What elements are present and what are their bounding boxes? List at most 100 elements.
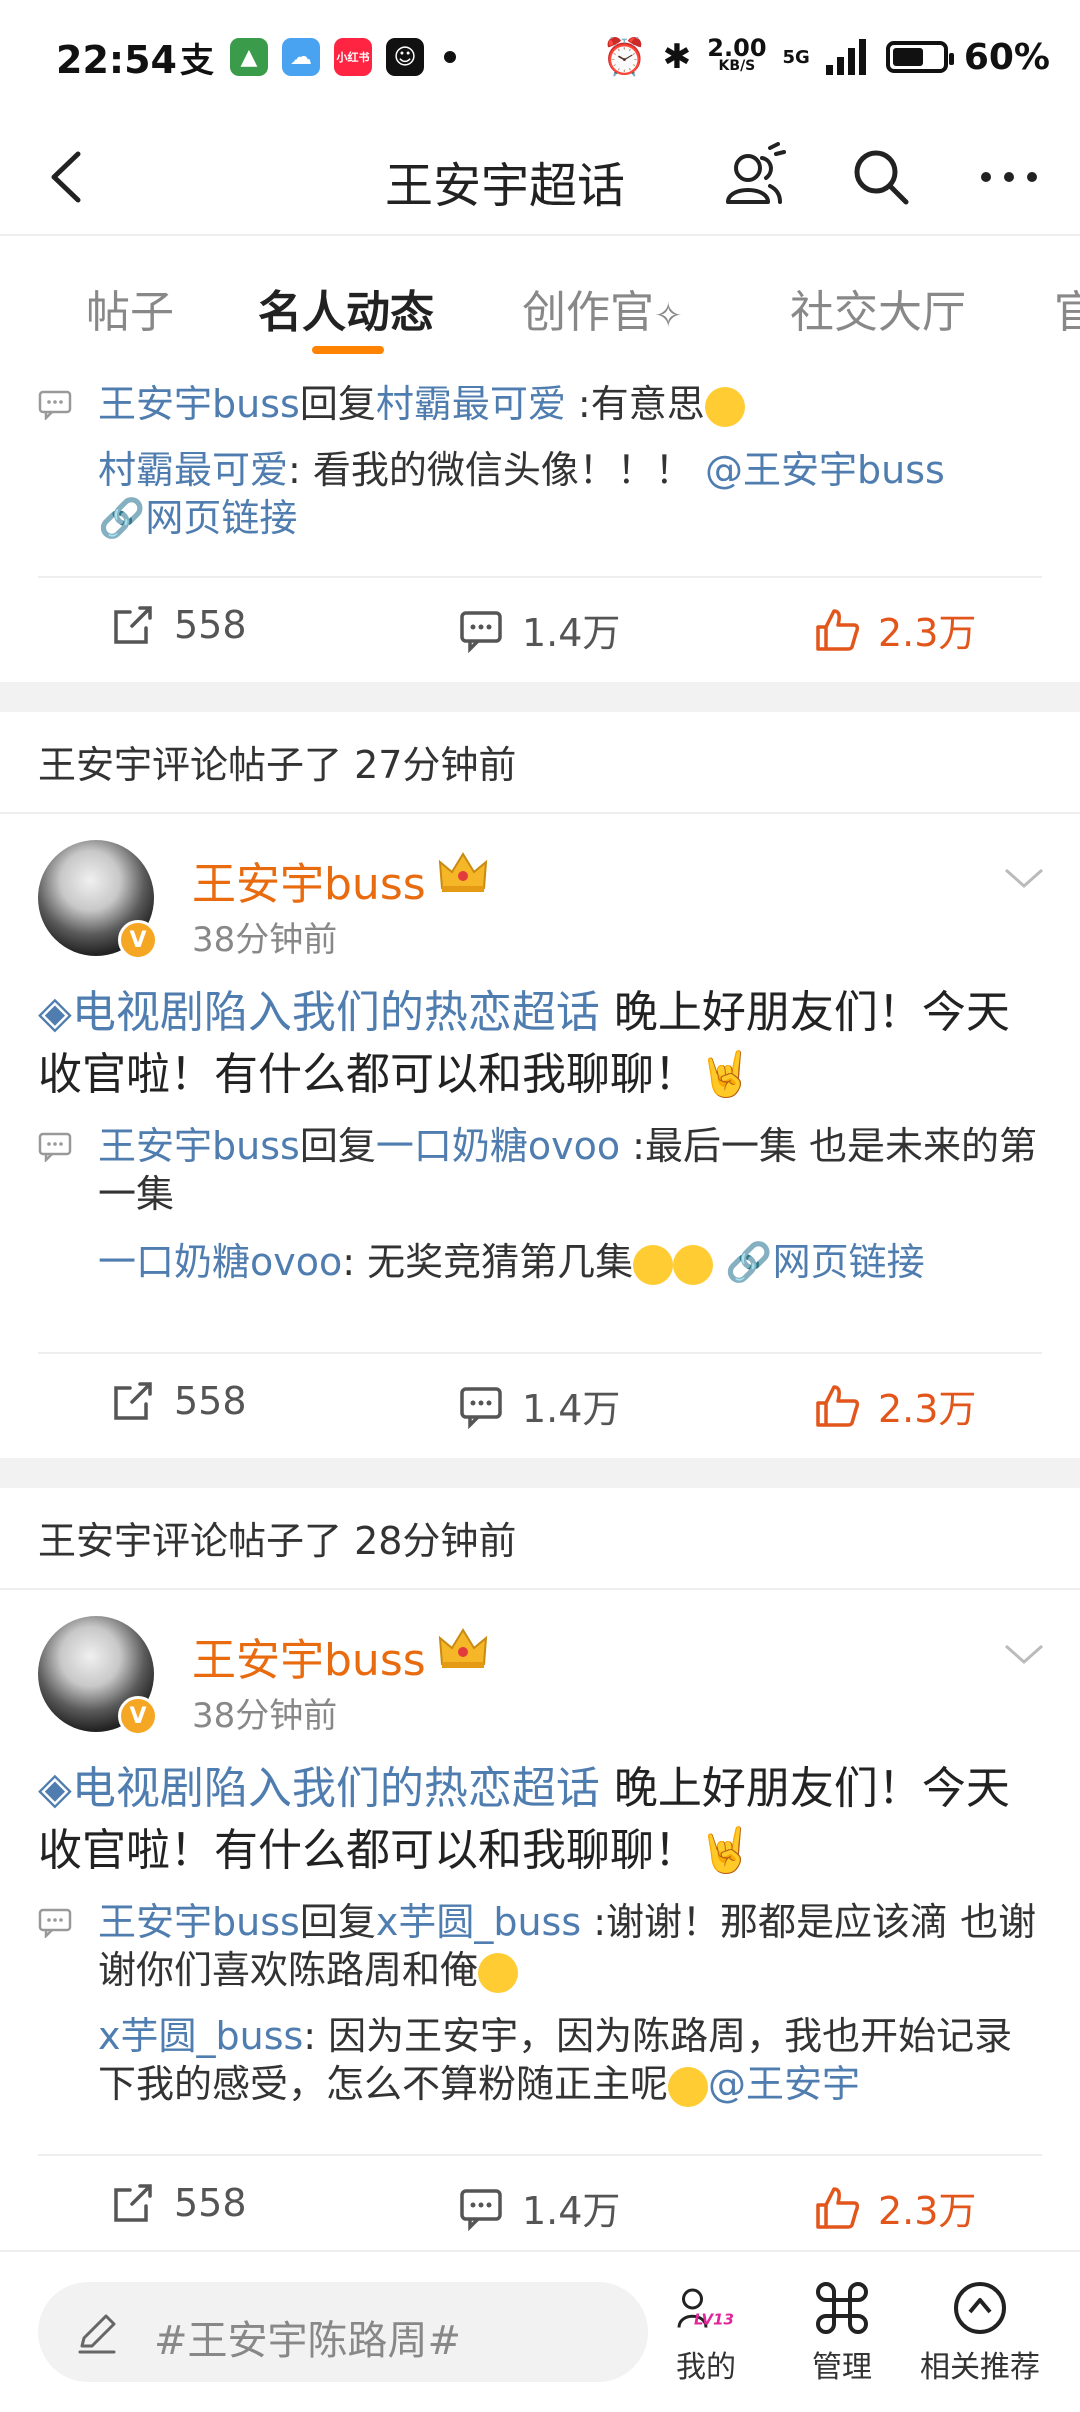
clock: 22:54 bbox=[56, 38, 177, 82]
link-icon: 🔗 bbox=[98, 496, 146, 540]
quote-author[interactable]: 一口奶糖ovoo bbox=[98, 1240, 342, 1284]
system-icons: ⏰ ✱ 2.00 KB/S 5G 60% bbox=[602, 36, 1050, 78]
manage-button[interactable]: 管理 bbox=[812, 2280, 872, 2386]
comment-button[interactable]: 1.4万 bbox=[458, 2180, 620, 2235]
reply-target[interactable]: 一口奶糖ovoo bbox=[376, 1124, 620, 1168]
notification-icons: 支 ▲ ☁ 小红书 ☺ bbox=[178, 38, 456, 81]
friends-icon[interactable] bbox=[718, 142, 788, 212]
mention-link[interactable]: @王安宇 bbox=[708, 2062, 860, 2106]
quote-author[interactable]: x芋圆_buss bbox=[98, 2014, 303, 2058]
game-app-icon: ▲ bbox=[230, 38, 268, 76]
reply-target[interactable]: 村霸最可爱 bbox=[376, 382, 566, 426]
emoji-icon bbox=[478, 1952, 519, 1993]
xiaohongshu-icon: 小红书 bbox=[334, 38, 372, 76]
share-icon bbox=[114, 2184, 152, 2222]
smiley-app-icon: ☺ bbox=[386, 38, 424, 76]
my-button[interactable]: LV13 我的 bbox=[676, 2280, 736, 2386]
network-label: 5G bbox=[782, 46, 810, 68]
emoji-icon bbox=[673, 1244, 714, 1285]
comment-small-icon bbox=[38, 1908, 72, 1938]
tab-social-hall[interactable]: 社交大厅 bbox=[790, 276, 966, 340]
active-tab-indicator bbox=[312, 346, 384, 354]
comment-small-icon bbox=[38, 1132, 72, 1162]
crown-icon bbox=[438, 1628, 488, 1668]
signal-icon bbox=[825, 39, 866, 75]
supertopic-icon: ◈ bbox=[38, 1763, 72, 1814]
comment-small-icon bbox=[38, 390, 72, 420]
level-badge: LV13 bbox=[694, 2311, 734, 2329]
share-button[interactable]: 558 bbox=[110, 602, 247, 648]
comment-icon bbox=[460, 1386, 502, 1429]
share-icon bbox=[114, 1382, 152, 1420]
author-name[interactable]: 王安宇buss bbox=[192, 848, 426, 912]
web-link[interactable]: 🔗网页链接 bbox=[98, 496, 297, 540]
feed-card: 王安宇buss回复村霸最可爱 :有意思 村霸最可爱: 看我的微信头像！！！ @王… bbox=[0, 366, 1080, 682]
badge-icon: ✧ bbox=[654, 296, 683, 336]
like-button[interactable]: 2.3万 bbox=[814, 1378, 976, 1433]
topic-link[interactable]: ◈电视剧陷入我们的热恋超话 bbox=[38, 1763, 600, 1814]
like-button[interactable]: 2.3万 bbox=[814, 2180, 976, 2235]
tab-creator[interactable]: 创作官✧ bbox=[522, 276, 683, 340]
reply-author[interactable]: 王安宇buss bbox=[98, 1124, 300, 1168]
command-icon bbox=[816, 2282, 868, 2334]
status-bar: 22:54 支 ▲ ☁ 小红书 ☺ ⏰ ✱ 2.00 KB/S 5G 60% bbox=[0, 0, 1080, 120]
divider bbox=[0, 682, 1080, 712]
post-composer[interactable]: #王安宇陈路周# bbox=[38, 2282, 648, 2382]
post-body: ◈电视剧陷入我们的热恋超话 晚上好朋友们！今天收官啦！有什么都可以和我聊聊！🤘 bbox=[38, 1763, 1010, 1876]
rock-hand-emoji: 🤘 bbox=[698, 1825, 753, 1876]
author-name[interactable]: 王安宇buss bbox=[192, 1624, 426, 1688]
chevron-down-icon[interactable] bbox=[1000, 1630, 1048, 1678]
bluetooth-icon: ✱ bbox=[662, 37, 692, 77]
action-bar: 558 1.4万 2.3万 bbox=[0, 2160, 1080, 2250]
emoji-icon bbox=[668, 2066, 709, 2107]
share-icon bbox=[114, 606, 152, 644]
alarm-icon: ⏰ bbox=[601, 37, 647, 78]
dot-icon bbox=[444, 51, 456, 63]
tab-celebrity-updates[interactable]: 名人动态 bbox=[258, 276, 434, 340]
share-button[interactable]: 558 bbox=[110, 2180, 247, 2226]
alipay-icon: 支 bbox=[180, 40, 214, 81]
reply-target[interactable]: x芋圆_buss bbox=[376, 1900, 581, 1944]
more-icon[interactable] bbox=[974, 142, 1044, 212]
top-nav-bar: 王安宇超话 bbox=[0, 120, 1080, 236]
verified-badge: V bbox=[118, 1696, 158, 1736]
thumbs-up-icon bbox=[816, 2186, 860, 2229]
comment-icon bbox=[460, 2188, 502, 2231]
compass-icon bbox=[954, 2282, 1006, 2334]
rock-hand-emoji: 🤘 bbox=[698, 1049, 753, 1100]
feed-card: 王安宇评论帖子了 28分钟前 V 王安宇buss 38分钟前 ◈电视剧陷入我们的… bbox=[0, 1488, 1080, 2258]
tab-bar: 帖子 名人动态 创作官✧ 社交大厅 官 bbox=[0, 236, 1080, 366]
verified-badge: V bbox=[118, 920, 158, 960]
activity-header: 王安宇评论帖子了 28分钟前 bbox=[38, 1519, 517, 1563]
web-link[interactable]: 🔗网页链接 bbox=[725, 1240, 924, 1284]
mention-link[interactable]: @王安宇buss bbox=[705, 448, 945, 492]
crown-icon bbox=[438, 852, 488, 892]
tab-official[interactable]: 官 bbox=[1054, 276, 1080, 340]
quote-author[interactable]: 村霸最可爱 bbox=[98, 448, 288, 492]
activity-header: 王安宇评论帖子了 27分钟前 bbox=[38, 743, 517, 787]
reply-author[interactable]: 王安宇buss bbox=[98, 1900, 300, 1944]
post-body: ◈电视剧陷入我们的热恋超话 晚上好朋友们！今天收官啦！有什么都可以和我聊聊！🤘 bbox=[38, 987, 1010, 1100]
battery-percent: 60% bbox=[963, 36, 1050, 78]
search-icon[interactable] bbox=[846, 142, 916, 212]
recommend-button[interactable]: 相关推荐 bbox=[920, 2280, 1040, 2386]
comment-button[interactable]: 1.4万 bbox=[458, 1378, 620, 1433]
battery-icon bbox=[885, 41, 954, 73]
tab-posts[interactable]: 帖子 bbox=[86, 276, 174, 340]
topic-link[interactable]: ◈电视剧陷入我们的热恋超话 bbox=[38, 987, 600, 1038]
net-speed: 2.00 KB/S bbox=[707, 34, 767, 74]
emoji-icon bbox=[704, 386, 745, 427]
composer-placeholder: #王安宇陈路周# bbox=[154, 2318, 462, 2364]
like-button[interactable]: 2.3万 bbox=[814, 602, 976, 657]
share-button[interactable]: 558 bbox=[110, 1378, 247, 1424]
comment-button[interactable]: 1.4万 bbox=[458, 602, 620, 657]
supertopic-icon: ◈ bbox=[38, 987, 72, 1038]
link-icon: 🔗 bbox=[725, 1240, 773, 1284]
action-bar: 558 1.4万 2.3万 bbox=[0, 1358, 1080, 1448]
post-author-row: V 王安宇buss 38分钟前 bbox=[38, 1616, 1048, 1736]
divider bbox=[0, 1458, 1080, 1488]
chevron-down-icon[interactable] bbox=[1000, 854, 1048, 902]
post-author-row: V 王安宇buss 38分钟前 bbox=[38, 840, 1048, 960]
reply-author[interactable]: 王安宇buss bbox=[98, 382, 300, 426]
weather-app-icon: ☁ bbox=[282, 38, 320, 76]
